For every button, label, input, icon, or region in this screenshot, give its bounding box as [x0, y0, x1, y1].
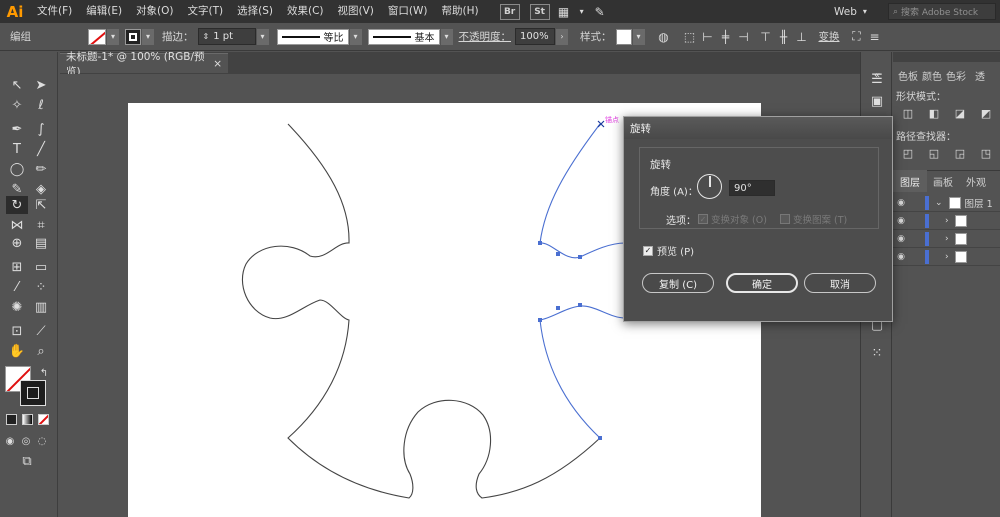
sublayer-row[interactable]: ◉ ›: [893, 231, 1000, 248]
angle-input[interactable]: 90°: [729, 180, 775, 196]
layer-color-chip: [925, 232, 929, 246]
angle-label: 角度 (A)：: [650, 187, 698, 198]
chevron-right-icon[interactable]: ›: [945, 216, 949, 226]
tab-appearance[interactable]: 外观: [959, 170, 993, 192]
layer-row[interactable]: ◉ ⌄ 图层 1: [893, 195, 1000, 212]
chevron-right-icon[interactable]: ›: [945, 252, 949, 262]
tab-color-guide[interactable]: 色彩: [945, 64, 967, 86]
tab-layers[interactable]: 图层: [893, 170, 927, 192]
chevron-down-icon[interactable]: ⌄: [935, 198, 943, 208]
crop-icon[interactable]: ◳: [975, 144, 997, 162]
sublayer-row[interactable]: ◉ ›: [893, 249, 1000, 266]
layer-name: 图层 1: [964, 199, 993, 210]
eye-icon[interactable]: ◉: [893, 252, 909, 262]
puzzle-outline: [241, 123, 601, 499]
sublayer-thumbnail: [954, 251, 967, 263]
dialog-title[interactable]: 旋转: [624, 117, 892, 139]
intersect-icon[interactable]: ◪: [949, 104, 971, 122]
tab-transparency[interactable]: 透: [969, 64, 991, 86]
libraries-icon[interactable]: ▣: [866, 92, 888, 110]
transform-objects-option[interactable]: ✓ 变换对象 (O): [698, 212, 767, 226]
pathfinder-label: 路径查找器：: [896, 132, 956, 143]
anchor-hint-label: 锚点: [605, 116, 619, 124]
transform-patterns-label: 变换图案 (T): [793, 215, 848, 226]
eye-icon[interactable]: ◉: [893, 198, 909, 208]
angle-dial[interactable]: [697, 174, 722, 199]
preview-label: 预览 (P): [657, 247, 695, 258]
cancel-button[interactable]: 取消: [804, 273, 876, 293]
divide-icon[interactable]: ◰: [897, 144, 919, 162]
minus-front-icon[interactable]: ◧: [923, 104, 945, 122]
layer-color-chip: [925, 214, 929, 228]
tab-swatches[interactable]: 色板: [897, 64, 919, 86]
tab-color[interactable]: 颜色: [921, 64, 943, 86]
layer-thumbnail: [948, 197, 961, 209]
exclude-icon[interactable]: ◩: [975, 104, 997, 122]
transform-objects-checkbox[interactable]: ✓: [698, 214, 708, 224]
panel-header: [893, 52, 1000, 62]
copy-button[interactable]: 复制 (C): [642, 273, 714, 293]
unite-icon[interactable]: ◫: [897, 104, 919, 122]
options-label: 选项：: [666, 216, 696, 227]
tab-artboards[interactable]: 画板: [927, 170, 959, 192]
rotate-section-label: 旋转: [650, 159, 671, 171]
sublayer-row[interactable]: ◉ ›: [893, 213, 1000, 230]
layer-color-chip: [925, 250, 929, 264]
trim-icon[interactable]: ◱: [923, 144, 945, 162]
sublayer-thumbnail: [954, 233, 967, 245]
shape-modes-label: 形状模式：: [896, 92, 946, 103]
ok-button[interactable]: 确定: [726, 273, 798, 293]
layer-color-chip: [925, 196, 929, 210]
transform-patterns-checkbox[interactable]: [780, 214, 790, 224]
angle-dial-needle: [709, 176, 711, 187]
anchor-points: [538, 241, 602, 440]
transform-objects-label: 变换对象 (O): [711, 215, 767, 226]
transform-patterns-option[interactable]: 变换图案 (T): [780, 212, 847, 226]
eye-icon[interactable]: ◉: [893, 216, 909, 226]
preview-option[interactable]: ✓ 预览 (P): [643, 243, 694, 258]
eye-icon[interactable]: ◉: [893, 234, 909, 244]
sublayer-thumbnail: [954, 215, 967, 227]
preview-checkbox[interactable]: ✓: [643, 245, 653, 256]
rotate-dialog: 旋转 旋转 角度 (A)： 90° 选项： ✓ 变换对象 (O) 变换图案 (T…: [623, 116, 893, 322]
anchor-marker-icon: [597, 120, 605, 128]
chevron-right-icon[interactable]: ›: [945, 234, 949, 244]
properties-icon[interactable]: ☰: [866, 70, 888, 88]
right-panels: 色板 颜色 色彩 透 形状模式： ◫ ◧ ◪ ◩ 路径查找器： ◰ ◱ ◲ ◳ …: [893, 52, 1000, 517]
rotated-preview-path: [539, 123, 626, 439]
merge-icon[interactable]: ◲: [949, 144, 971, 162]
asset-export-icon[interactable]: ⁙: [866, 344, 888, 362]
